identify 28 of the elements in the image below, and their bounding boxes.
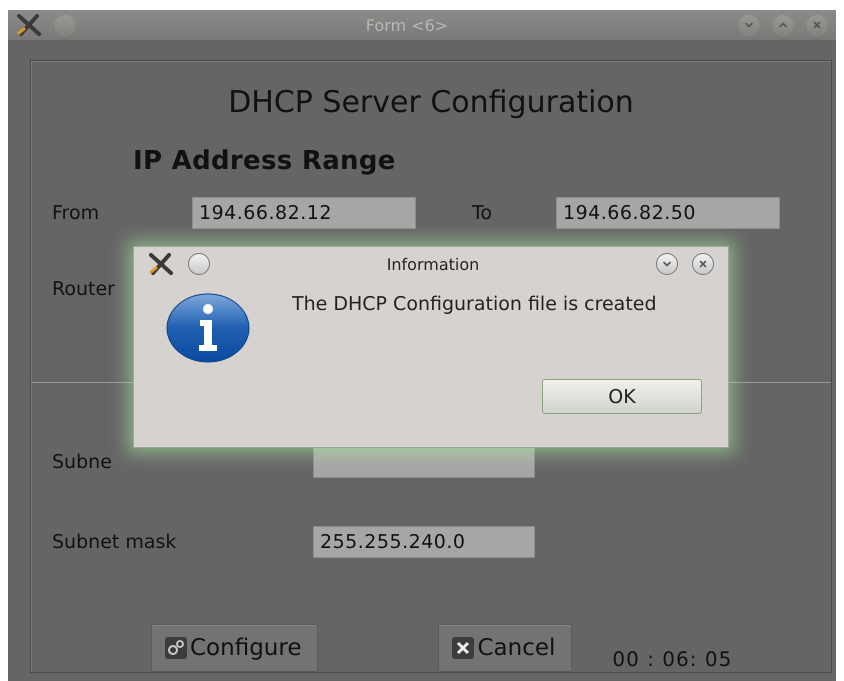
maximize-button[interactable] (772, 14, 794, 36)
from-label: From (52, 202, 100, 224)
form-heading: DHCP Server Configuration (228, 85, 634, 120)
logo-icon (16, 13, 42, 37)
router-label: Router (52, 278, 116, 300)
gears-icon (164, 636, 188, 660)
close-button[interactable] (692, 253, 714, 275)
configure-button[interactable]: Configure (151, 624, 318, 672)
subnet-label: Subne (52, 451, 113, 473)
subnet-mask-label: Subnet mask (52, 531, 178, 553)
dialog-message: The DHCP Configuration file is created (292, 293, 658, 317)
close-icon (697, 258, 709, 270)
timer: 00 : 06: 05 (612, 647, 732, 671)
subnet-mask-field[interactable]: 255.255.240.0 (313, 526, 535, 558)
dialog-title: Information (386, 254, 480, 274)
close-icon (451, 636, 476, 660)
minimize-button[interactable] (656, 253, 678, 275)
info-icon (166, 293, 250, 363)
cancel-button[interactable]: Cancel (438, 624, 572, 672)
from-field[interactable]: 194.66.82.12 (192, 197, 416, 229)
section-heading: IP Address Range (133, 146, 397, 176)
to-field[interactable]: 194.66.82.50 (556, 197, 780, 229)
window-title: Form <6> (364, 16, 450, 34)
logo-icon (148, 252, 174, 276)
to-label: To (471, 202, 494, 224)
close-icon (811, 19, 823, 31)
ok-button[interactable]: OK (542, 379, 702, 414)
menu-button[interactable] (188, 253, 210, 275)
